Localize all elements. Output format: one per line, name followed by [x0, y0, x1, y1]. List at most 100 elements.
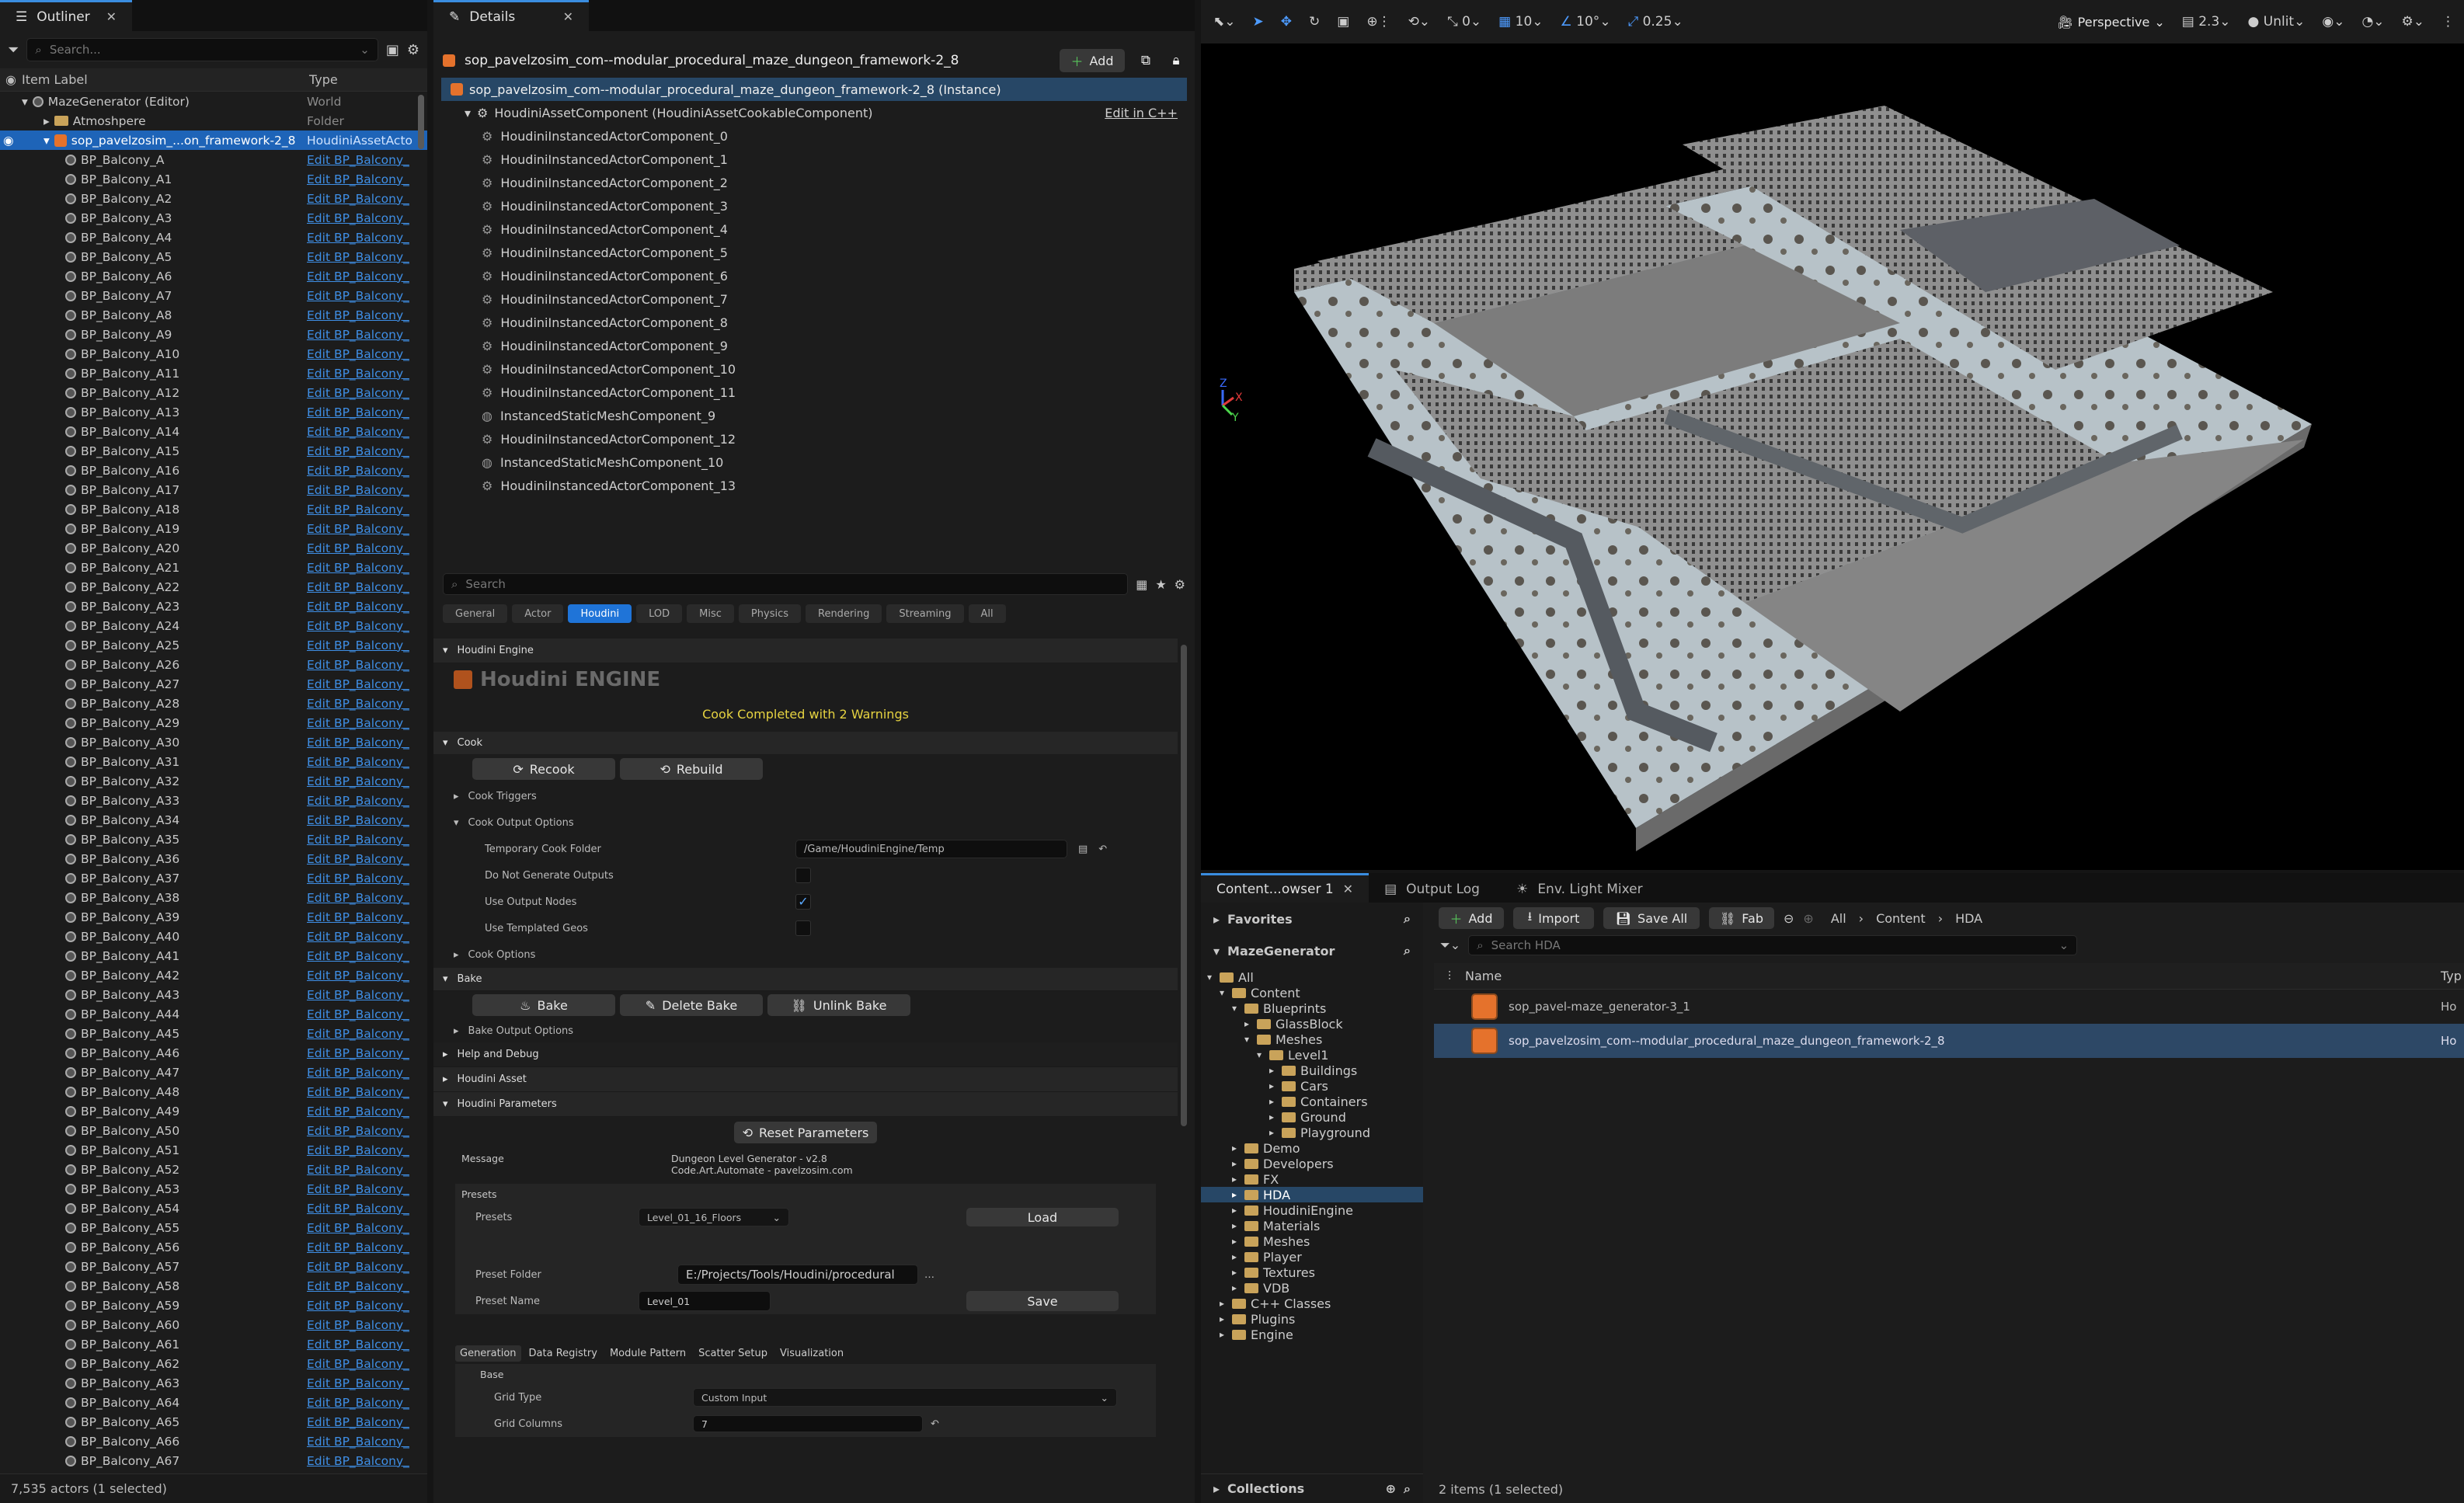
outliner-row[interactable]: BP_Balcony_A45 Edit BP_Balcony_	[0, 1024, 427, 1043]
outliner-row[interactable]: BP_Balcony_A14 Edit BP_Balcony_	[0, 422, 427, 441]
outliner-row[interactable]: BP_Balcony_A9 Edit BP_Balcony_	[0, 325, 427, 344]
outliner-row-type[interactable]: Edit BP_Balcony_	[307, 677, 416, 691]
outliner-row-type[interactable]: Edit BP_Balcony_	[307, 1143, 416, 1157]
component-row[interactable]: ⚙ HoudiniInstancedActorComponent_3	[441, 194, 1187, 217]
param-tab[interactable]: Module Pattern	[605, 1345, 691, 1362]
outliner-row-type[interactable]: Edit BP_Balcony_	[307, 1221, 416, 1235]
chevron-right-icon[interactable]: ▸	[1232, 1174, 1240, 1185]
outliner-row[interactable]: BP_Balcony_A15 Edit BP_Balcony_	[0, 441, 427, 461]
search-icon[interactable]: ⌕	[1404, 911, 1411, 927]
settings-icon[interactable]: ⚙⌄	[2402, 14, 2424, 30]
outliner-row-type[interactable]: Edit BP_Balcony_	[307, 1046, 416, 1060]
bake-output-options-row[interactable]: ▸ Bake Output Options	[433, 1019, 1178, 1042]
section-help-debug[interactable]: ▸ Help and Debug	[433, 1042, 1178, 1067]
close-icon[interactable]: ✕	[1343, 882, 1353, 896]
outliner-row-type[interactable]: Edit BP_Balcony_	[307, 464, 416, 478]
outliner-row-type[interactable]: Edit BP_Balcony_	[307, 367, 416, 381]
lock-icon[interactable]: 🔒︎	[1167, 53, 1185, 68]
use-templated-checkbox[interactable]	[795, 920, 811, 936]
cook-output-options-row[interactable]: ▾ Cook Output Options	[433, 809, 1178, 836]
outliner-row-type[interactable]: Edit BP_Balcony_	[307, 1357, 416, 1371]
scalability-icon[interactable]: ◔⌄	[2361, 14, 2384, 30]
angle-snap-toggle[interactable]: ∠ 10°⌄	[1561, 14, 1611, 30]
filter-tab[interactable]: All	[968, 604, 1006, 623]
chevron-right-icon[interactable]: ▸	[1232, 1236, 1240, 1247]
delete-bake-button[interactable]: ✎ Delete Bake	[620, 994, 763, 1016]
outliner-row[interactable]: BP_Balcony_A55 Edit BP_Balcony_	[0, 1218, 427, 1237]
outliner-row[interactable]: BP_Balcony_A60 Edit BP_Balcony_	[0, 1315, 427, 1334]
outliner-row[interactable]: BP_Balcony_A3 Edit BP_Balcony_	[0, 208, 427, 228]
outliner-row[interactable]: BP_Balcony_A33 Edit BP_Balcony_	[0, 791, 427, 810]
outliner-row-type[interactable]: Edit BP_Balcony_	[307, 444, 416, 458]
component-row[interactable]: ⚙ HoudiniInstancedActorComponent_6	[441, 264, 1187, 287]
outliner-row-type[interactable]: Edit BP_Balcony_	[307, 794, 416, 808]
show-flags-icon[interactable]: ◉⌄	[2322, 14, 2344, 30]
world-local-icon[interactable]: ⊕⋮	[1366, 14, 1390, 30]
filter-tab[interactable]: Streaming	[886, 604, 964, 623]
chevron-down-icon[interactable]: ⌄	[360, 43, 370, 57]
outliner-row[interactable]: BP_Balcony_A56 Edit BP_Balcony_	[0, 1237, 427, 1257]
chevron-down-icon[interactable]: ▾	[1244, 1034, 1252, 1045]
folder-tree-item[interactable]: ▸ Plugins	[1201, 1311, 1423, 1327]
presets-dropdown[interactable]: Level_01_16_Floors ⌄	[639, 1208, 789, 1226]
outliner-row-type[interactable]: Edit BP_Balcony_	[307, 638, 416, 652]
component-row[interactable]: ⚙ HoudiniInstancedActorComponent_2	[441, 171, 1187, 194]
lit-mode-button[interactable]: ● Unlit⌄	[2248, 14, 2306, 30]
outliner-row[interactable]: BP_Balcony_A46 Edit BP_Balcony_	[0, 1043, 427, 1063]
favorites-header[interactable]: ▸ Favorites ⌕	[1201, 903, 1423, 935]
chevron-right-icon[interactable]: ▸	[1232, 1267, 1240, 1278]
component-row[interactable]: ⚙ HoudiniInstancedActorComponent_12	[441, 427, 1187, 451]
visibility-icon[interactable]: ◉	[3, 134, 14, 148]
filter-tab[interactable]: Houdini	[568, 604, 632, 623]
component-row[interactable]: ⚙ HoudiniInstancedActorComponent_13	[441, 474, 1187, 497]
outliner-row-type[interactable]: Edit BP_Balcony_	[307, 1027, 416, 1041]
chevron-right-icon[interactable]: ▸	[44, 114, 50, 128]
outliner-row-type[interactable]: Edit BP_Balcony_	[307, 270, 416, 284]
folder-tree-item[interactable]: ▸ Textures	[1201, 1265, 1423, 1280]
chevron-right-icon[interactable]: ▸	[1232, 1282, 1240, 1293]
folder-tree-item[interactable]: ▸ Buildings	[1201, 1063, 1423, 1078]
add-component-button[interactable]: ＋ Add	[1060, 49, 1125, 72]
outliner-row[interactable]: BP_Balcony_A63 Edit BP_Balcony_	[0, 1373, 427, 1393]
outliner-row-type[interactable]: Edit BP_Balcony_	[307, 697, 416, 711]
outliner-row[interactable]: ▾ MazeGenerator (Editor) World	[0, 92, 427, 111]
more-icon[interactable]: ⋮	[2441, 14, 2464, 30]
visibility-icon[interactable]: ◉	[0, 72, 22, 87]
outliner-row-type[interactable]: Edit BP_Balcony_	[307, 541, 416, 555]
bake-button[interactable]: ♨ Bake	[472, 994, 615, 1016]
component-row[interactable]: ⚙ HoudiniInstancedActorComponent_9	[441, 334, 1187, 357]
outliner-row[interactable]: BP_Balcony_A29 Edit BP_Balcony_	[0, 713, 427, 732]
reset-arrow-icon[interactable]: ↶	[931, 1418, 939, 1430]
folder-tree-item[interactable]: ▸ Ground	[1201, 1109, 1423, 1125]
instance-row[interactable]: sop_pavelzosim_com--modular_procedural_m…	[441, 78, 1187, 101]
section-cook[interactable]: ▾ Cook	[433, 732, 1178, 755]
breadcrumb-item[interactable]: Content	[1876, 911, 1926, 926]
outliner-row[interactable]: BP_Balcony_A4 Edit BP_Balcony_	[0, 228, 427, 247]
component-row[interactable]: ⚙ HoudiniInstancedActorComponent_11	[441, 381, 1187, 404]
folder-tree-item[interactable]: ▸ C++ Classes	[1201, 1296, 1423, 1311]
chevron-right-icon[interactable]: ▸	[1232, 1189, 1240, 1200]
close-icon[interactable]: ✕	[106, 9, 117, 24]
save-all-button[interactable]: 💾︎ Save All	[1603, 907, 1700, 929]
cook-options-row[interactable]: ▸ Cook Options	[433, 941, 1178, 968]
outliner-row-type[interactable]: Edit BP_Balcony_	[307, 1124, 416, 1138]
outliner-row-type[interactable]: Edit BP_Balcony_	[307, 1105, 416, 1119]
outliner-row[interactable]: BP_Balcony_A40 Edit BP_Balcony_	[0, 927, 427, 946]
add-folder-icon[interactable]: ▣	[386, 42, 399, 58]
tab-output-log[interactable]: ▤ Output Log	[1369, 873, 1502, 903]
outliner-row[interactable]: BP_Balcony_A10 Edit BP_Balcony_	[0, 344, 427, 364]
outliner-row[interactable]: BP_Balcony_A39 Edit BP_Balcony_	[0, 907, 427, 927]
chevron-right-icon[interactable]: ▸	[1269, 1065, 1277, 1076]
chevron-right-icon[interactable]: ▸	[1244, 1018, 1252, 1029]
outliner-row-type[interactable]: Edit BP_Balcony_	[307, 755, 416, 769]
outliner-row[interactable]: BP_Balcony_A38 Edit BP_Balcony_	[0, 888, 427, 907]
outliner-row-type[interactable]: Edit BP_Balcony_	[307, 1085, 416, 1099]
filter-icon[interactable]: ⏷⌄	[1440, 938, 1460, 953]
chevron-right-icon[interactable]: ▸	[1232, 1143, 1240, 1153]
folder-tree-item[interactable]: ▸ Cars	[1201, 1078, 1423, 1094]
outliner-row[interactable]: BP_Balcony_A58 Edit BP_Balcony_	[0, 1276, 427, 1296]
outliner-row[interactable]: BP_Balcony_A30 Edit BP_Balcony_	[0, 732, 427, 752]
browse-folder-icon[interactable]: ▤	[1078, 844, 1088, 855]
outliner-search-input[interactable]: ⌕ Search... ⌄	[26, 38, 378, 61]
blueprint-icon[interactable]: ⧉	[1134, 53, 1157, 68]
